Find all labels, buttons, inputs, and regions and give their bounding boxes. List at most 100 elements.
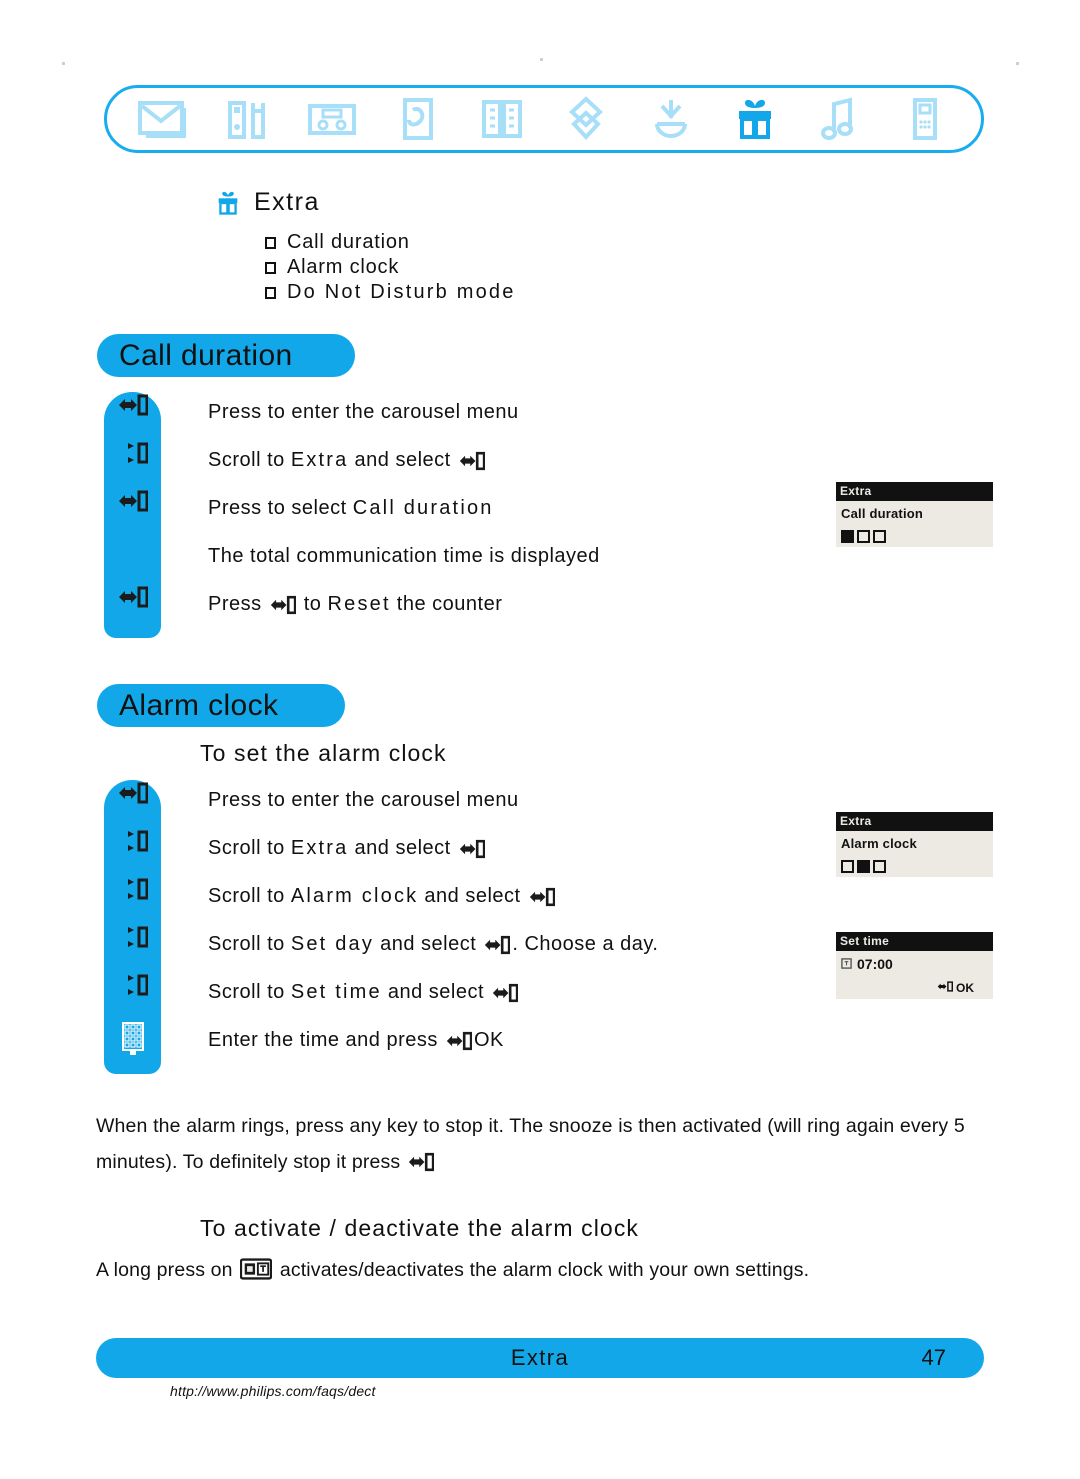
procedure-step: Scroll to Set time and select: [104, 972, 658, 1020]
lcd-position-indicator: [841, 530, 988, 543]
lcd-softkey-row: OK: [841, 981, 988, 995]
step-text: Press to enter the carousel menu: [161, 392, 519, 426]
indicator-dot: [841, 860, 854, 873]
extra-section-heading: Extra: [214, 188, 320, 217]
call-duration-steps: Press to enter the carousel menu Scroll t…: [104, 392, 600, 632]
subheading-set-alarm: To set the alarm clock: [200, 740, 447, 766]
procedure-step: Press to Reset the counter: [104, 584, 600, 632]
menu-item-name: Set day: [290, 933, 375, 955]
step-text-run: The total communication time is displaye…: [208, 545, 600, 567]
step-key-cell: [104, 392, 161, 421]
procedure-step: Scroll to Extra and select: [104, 440, 600, 488]
scroll-key-icon: [118, 974, 148, 1001]
footer-section-label: Extra: [510, 1345, 570, 1370]
step-key-cell: [104, 488, 161, 517]
step-text-run: Scroll to: [208, 981, 291, 1003]
registration-mark: [1016, 62, 1019, 65]
step-text-run: and select: [348, 837, 457, 859]
lcd-screen-call-duration: Extra Call duration: [836, 482, 993, 547]
step-text: Scroll to Extra and select: [161, 440, 487, 479]
list-item-label: Do Not Disturb mode: [287, 281, 516, 303]
menu-key-icon: [446, 1031, 473, 1059]
carousel-menu-bar[interactable]: [104, 85, 984, 153]
square-bullet-icon: [265, 261, 276, 274]
gift-icon[interactable]: [725, 93, 785, 145]
tools-icon[interactable]: [218, 93, 278, 145]
step-text-run: Press to enter the carousel menu: [208, 401, 519, 423]
lcd-softkey-label: OK: [956, 981, 974, 995]
clock-alarm-icon[interactable]: [641, 93, 701, 145]
music-note-icon[interactable]: [810, 93, 870, 145]
indicator-dot-active: [857, 860, 870, 873]
procedure-step: Enter the time and press OK: [104, 1020, 658, 1068]
list-item-label: Alarm clock: [287, 256, 400, 278]
indicator-dot: [873, 530, 886, 543]
page-number: 47: [921, 1345, 946, 1370]
step-key-cell: [104, 584, 161, 613]
list-item-label: Call duration: [287, 231, 410, 253]
step-text: Press to select Call duration: [161, 488, 494, 522]
step-text-run: Press to select: [208, 497, 353, 519]
call-duration-procedure: Press to enter the carousel menu Scroll t…: [104, 392, 600, 638]
menu-key-icon: [937, 981, 953, 995]
snooze-note: When the alarm rings, press any key to s…: [96, 1108, 996, 1185]
list-item: Alarm clock: [265, 255, 516, 280]
lcd-position-indicator: [841, 860, 988, 873]
ribbon-icon[interactable]: [556, 93, 616, 145]
alarm-toggle-key-icon: [240, 1257, 273, 1293]
procedure-step: Press to select Call duration: [104, 488, 600, 536]
step-text-run: . Choose a day.: [512, 933, 659, 955]
lcd-time-row: 07:00: [841, 956, 988, 972]
lcd-time-value: 07:00: [857, 956, 893, 972]
procedure-step: Scroll to Set day and select . Choose a …: [104, 924, 658, 972]
menu-key-icon: [118, 782, 148, 809]
activate-note-part1: A long press on: [96, 1259, 233, 1281]
list-item: Call duration: [265, 230, 516, 255]
alarm-clock-procedure: Press to enter the carousel menu Scroll t…: [104, 780, 658, 1074]
book-icon[interactable]: [472, 93, 532, 145]
menu-item-name: Set time: [290, 981, 382, 1003]
menu-item-name: Reset: [327, 593, 391, 615]
indicator-dot: [857, 530, 870, 543]
procedure-step: Press to enter the carousel menu: [104, 780, 658, 828]
footer-url: http://www.philips.com/faqs/dect: [170, 1383, 376, 1399]
step-text-run: the counter: [390, 593, 503, 615]
extra-feature-list: Call duration Alarm clock Do Not Disturb…: [265, 230, 516, 305]
step-text: Scroll to Alarm clock and select: [161, 876, 557, 915]
lcd-screen-alarm-clock: Extra Alarm clock: [836, 812, 993, 877]
step-key-cell: [104, 1020, 161, 1061]
lcd-menu-line: Call duration: [841, 506, 924, 521]
procedure-step: The total communication time is displaye…: [104, 536, 600, 584]
menu-key-icon: [484, 935, 511, 963]
procedure-step: Scroll to Alarm clock and select: [104, 876, 658, 924]
indicator-dot: [873, 860, 886, 873]
step-text-run: Scroll to: [208, 885, 291, 907]
step-text: Press to enter the carousel menu: [161, 780, 519, 814]
step-key-cell: [104, 828, 161, 857]
step-text: The total communication time is displaye…: [161, 536, 600, 570]
step-key-cell: [104, 876, 161, 905]
step-text-run: and select: [374, 933, 483, 955]
procedure-step: Scroll to Extra and select: [104, 828, 658, 876]
envelope-icon[interactable]: [133, 93, 193, 145]
lcd-title: Extra: [836, 812, 993, 831]
menu-key-icon: [529, 887, 556, 915]
step-key-cell: [104, 536, 161, 538]
menu-key-icon: [118, 586, 148, 613]
activate-note: A long press on activates/deactivates th…: [96, 1252, 996, 1293]
lcd-title: Extra: [836, 482, 993, 501]
step-text: Scroll to Extra and select: [161, 828, 487, 867]
phone-list-icon[interactable]: [387, 93, 447, 145]
menu-key-icon: [459, 839, 486, 867]
square-bullet-icon: [265, 286, 276, 299]
menu-item-name: Call duration: [352, 497, 494, 519]
step-text: Enter the time and press OK: [161, 1020, 504, 1059]
alarm-clock-steps: Press to enter the carousel menu Scroll t…: [104, 780, 658, 1068]
scroll-key-icon: [118, 442, 148, 469]
menu-item-name: Extra: [290, 837, 349, 859]
scroll-key-icon: [118, 830, 148, 857]
handset-icon[interactable]: [895, 93, 955, 145]
step-text-run: and select: [348, 449, 457, 471]
step-key-cell: [104, 924, 161, 953]
base-station-icon[interactable]: [302, 93, 362, 145]
